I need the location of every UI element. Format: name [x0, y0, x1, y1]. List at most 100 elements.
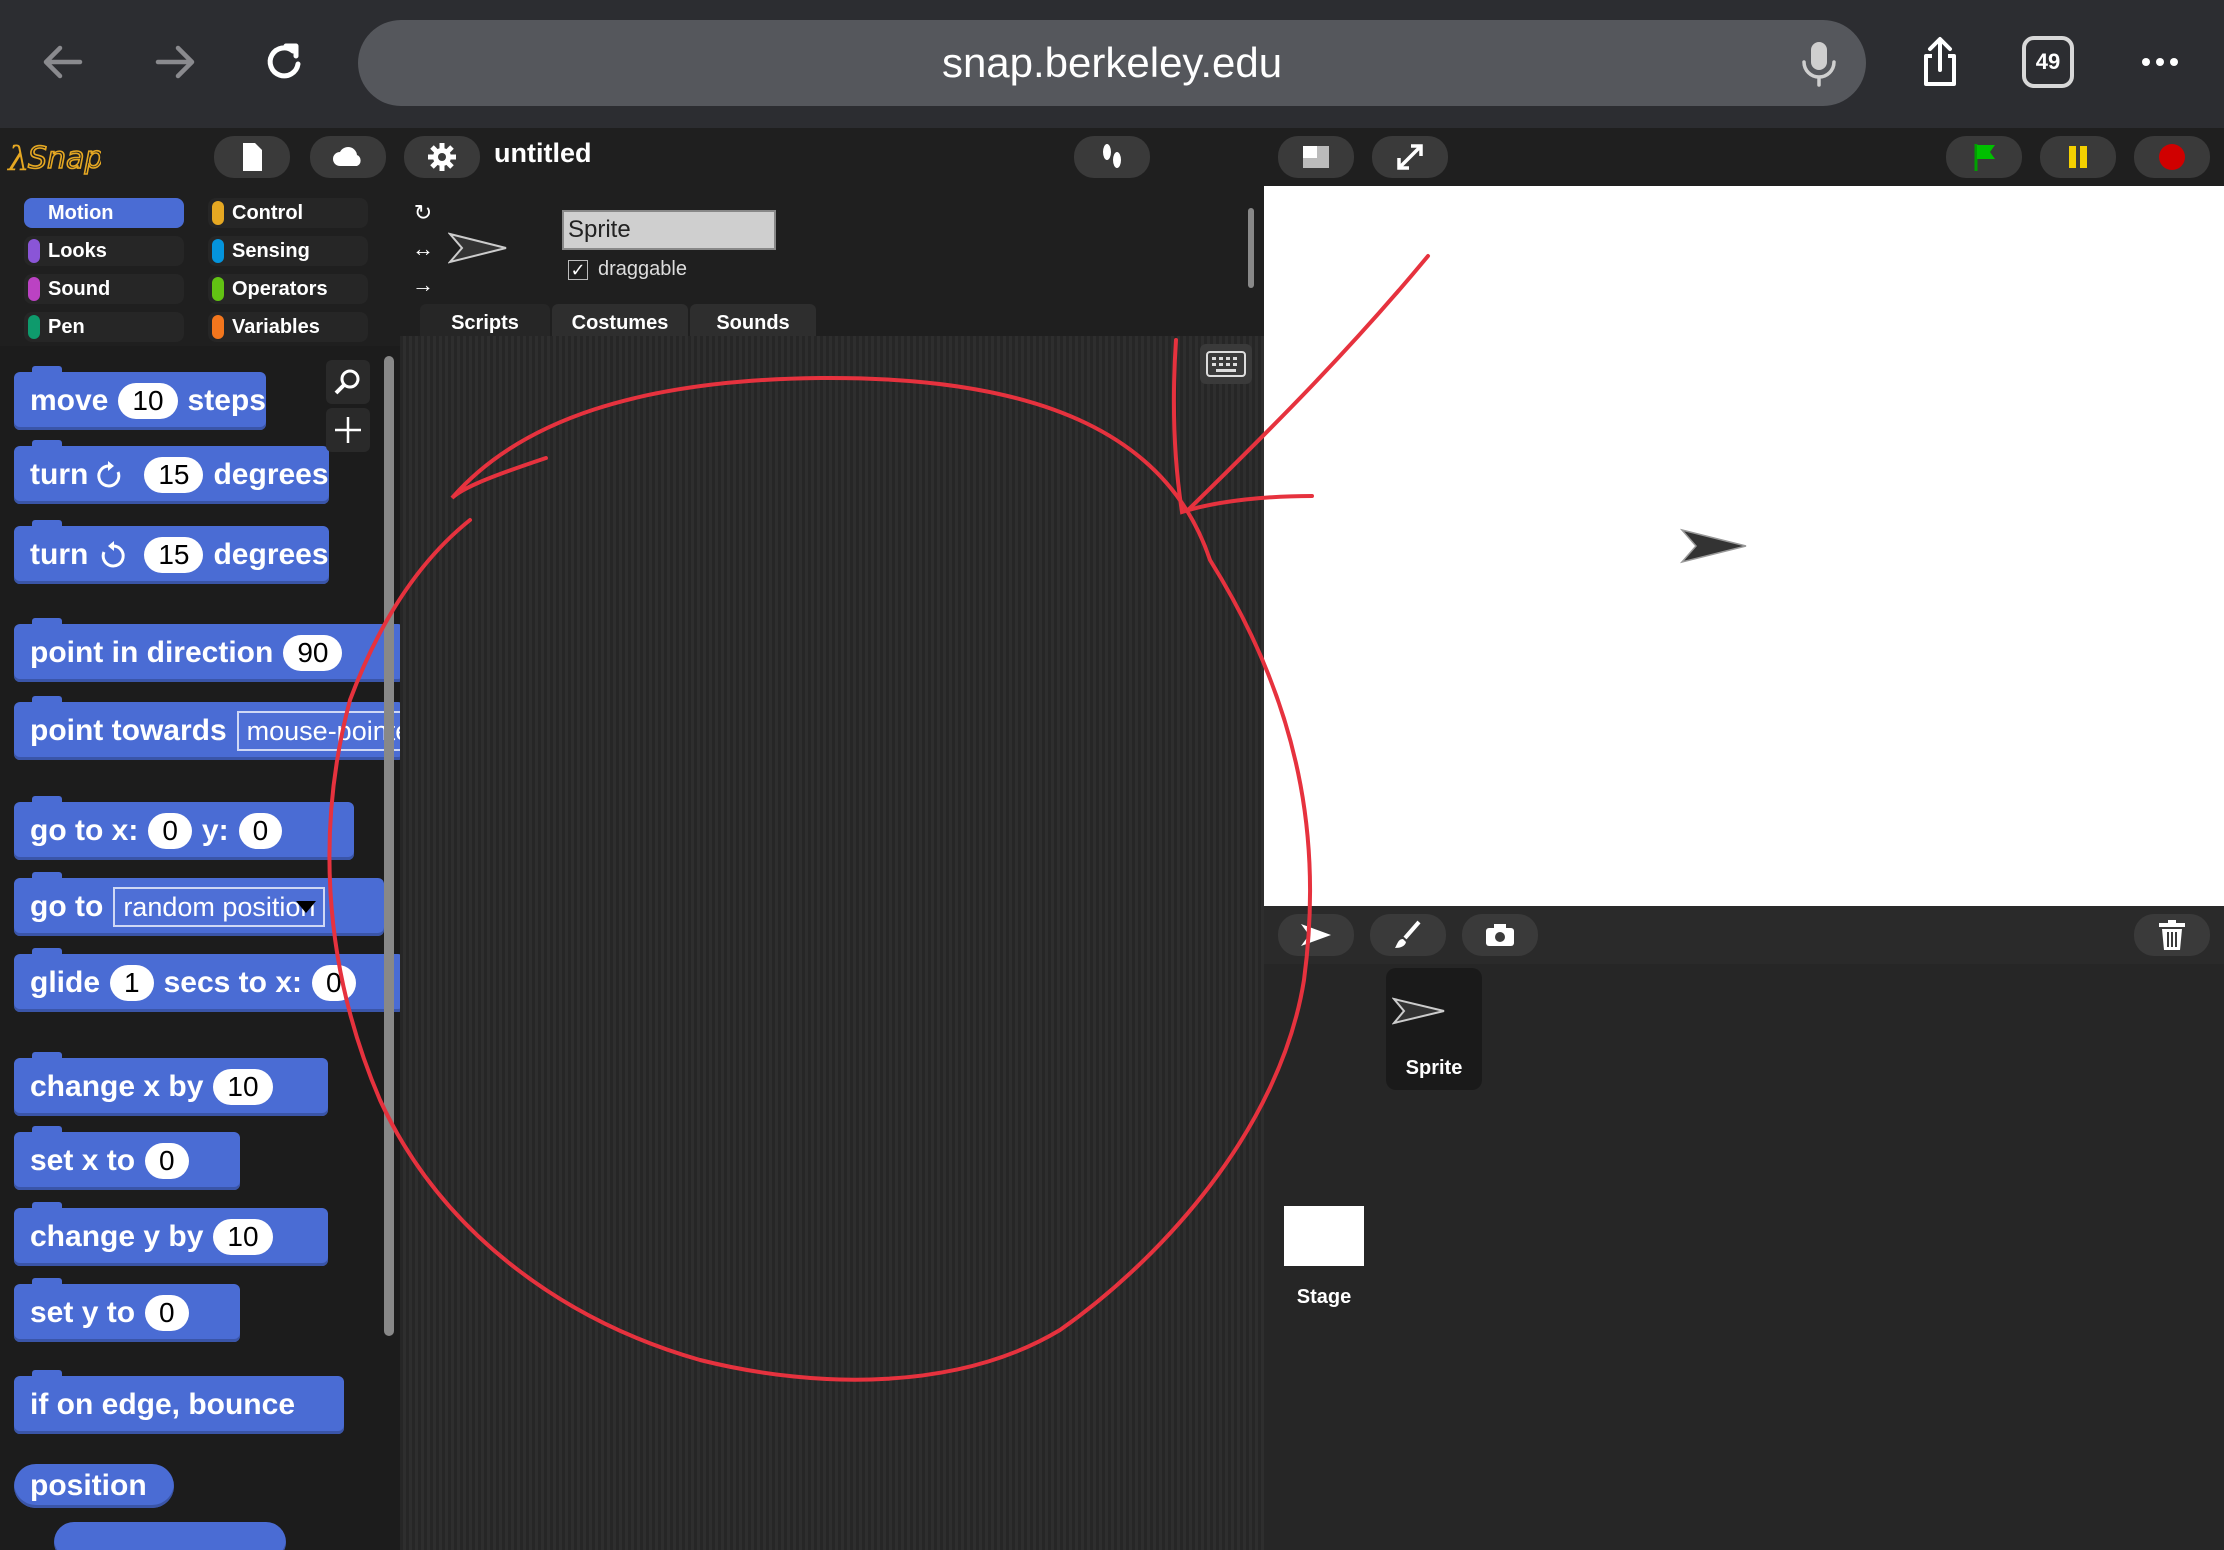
turn-clockwise-block[interactable]: turn 15 degrees: [14, 440, 329, 504]
unused-blocks-button[interactable]: [1074, 136, 1150, 178]
palette-scrollbar[interactable]: [384, 356, 394, 1336]
make-block-button[interactable]: [326, 408, 370, 452]
reload-icon: [267, 43, 301, 79]
snap-logo[interactable]: λ Snap!: [6, 132, 101, 182]
dropdown-arrow-icon: [296, 901, 317, 913]
url-text: snap.berkeley.edu: [941, 39, 1283, 86]
position-reporter-block[interactable]: position: [14, 1464, 174, 1508]
tab-count-button[interactable]: 49: [2022, 36, 2074, 88]
stage-label: Stage: [1296, 1286, 1352, 1308]
paint-new-sprite-button[interactable]: [1370, 914, 1446, 956]
direction-input[interactable]: 90: [283, 635, 343, 671]
category-variables[interactable]: Variables: [208, 312, 368, 342]
set-x-block[interactable]: set x to 0: [14, 1126, 240, 1190]
sprite-corral-icon[interactable]: Sprite: [1386, 968, 1482, 1090]
keyboard-entry-button[interactable]: [1200, 344, 1252, 384]
settings-menu-button[interactable]: [404, 136, 480, 178]
point-towards-block[interactable]: point towards mouse-pointer: [14, 696, 400, 760]
glide-block[interactable]: glide 1 secs to x: 0: [14, 948, 400, 1012]
stage-size-button[interactable]: [1278, 136, 1354, 178]
gear-icon: [428, 143, 456, 171]
microphone-icon[interactable]: [1796, 38, 1842, 88]
block-label: degrees: [213, 458, 329, 491]
ellipsis-icon: [2142, 58, 2178, 66]
change-y-input[interactable]: 10: [213, 1219, 273, 1255]
block-label: y:: [201, 814, 229, 847]
stage-thumbnail[interactable]: [1284, 1206, 1364, 1266]
towards-dropdown[interactable]: mouse-pointer: [236, 711, 400, 751]
draggable-checkbox[interactable]: ✓: [568, 259, 588, 280]
file-icon: [243, 143, 262, 171]
change-y-block[interactable]: change y by 10: [14, 1202, 328, 1266]
if-on-edge-bounce-block[interactable]: if on edge, bounce: [14, 1370, 344, 1434]
set-y-block[interactable]: set y to 0: [14, 1278, 240, 1342]
x-input[interactable]: 0: [148, 813, 192, 849]
degrees-input[interactable]: 15: [144, 457, 204, 493]
change-x-input[interactable]: 10: [213, 1069, 273, 1105]
rotation-style-none-icon[interactable]: →: [408, 272, 438, 302]
sprite-corral-label: Sprite: [1405, 1057, 1463, 1079]
sprite-name-field[interactable]: Sprite: [562, 210, 776, 250]
add-turtle-sprite-button[interactable]: [1278, 914, 1354, 956]
category-motion[interactable]: Motion: [24, 198, 184, 228]
stage[interactable]: [1264, 186, 2224, 906]
rotation-style-flip-icon[interactable]: ↔: [408, 236, 438, 266]
category-sensing[interactable]: Sensing: [208, 236, 368, 266]
keyboard-icon: [1206, 351, 1246, 377]
cloud-menu-button[interactable]: [310, 136, 386, 178]
trash-icon: [2159, 920, 2185, 950]
set-y-input[interactable]: 0: [145, 1295, 189, 1331]
forward-button[interactable]: [134, 22, 214, 102]
sprite-arrow-icon[interactable]: [1680, 526, 1748, 566]
more-menu-button[interactable]: [2120, 22, 2200, 102]
back-arrow-icon: [43, 45, 83, 79]
category-pen[interactable]: Pen: [24, 312, 184, 342]
corral-toolbar: [1264, 906, 2224, 964]
category-control[interactable]: Control: [208, 198, 368, 228]
degrees-input[interactable]: 15: [144, 537, 204, 573]
glide-x-input[interactable]: 0: [312, 965, 356, 1001]
category-looks[interactable]: Looks: [24, 236, 184, 266]
go-to-xy-block[interactable]: go to x: 0 y: 0: [14, 796, 354, 860]
rotate-counterclockwise-icon: [102, 541, 125, 568]
project-title: untitled: [494, 138, 592, 168]
green-flag-button[interactable]: [1946, 136, 2022, 178]
y-input[interactable]: 0: [238, 813, 283, 849]
file-menu-button[interactable]: [214, 136, 290, 178]
take-camera-snapshot-button[interactable]: [1462, 914, 1538, 956]
go-to-block[interactable]: go to random position: [14, 872, 384, 936]
paintbrush-icon: [1395, 920, 1421, 948]
browser-toolbar: snap.berkeley.edu 49: [0, 0, 2224, 128]
palette-search-button[interactable]: [326, 360, 370, 404]
back-button[interactable]: [24, 22, 104, 102]
presentation-mode-button[interactable]: [1372, 136, 1448, 178]
delete-sprite-button[interactable]: [2134, 914, 2210, 956]
rotate-clockwise-icon: [97, 461, 121, 488]
partial-reporter-block[interactable]: [54, 1522, 286, 1550]
rotation-style-rotate-icon[interactable]: ↻: [408, 200, 438, 230]
block-label: set y to: [30, 1296, 136, 1329]
sprite-bar-scrollbar[interactable]: [1248, 208, 1254, 288]
block-label: point towards: [30, 714, 227, 747]
turn-counterclockwise-block[interactable]: turn 15 degrees: [14, 520, 329, 584]
point-in-direction-block[interactable]: point in direction 90: [14, 618, 400, 682]
block-label: steps: [187, 384, 266, 417]
reload-button[interactable]: [244, 22, 324, 102]
go-to-dropdown[interactable]: random position: [113, 887, 326, 927]
steps-input[interactable]: 10: [118, 383, 178, 419]
change-x-block[interactable]: change x by 10: [14, 1052, 328, 1116]
category-operators[interactable]: Operators: [208, 274, 368, 304]
set-x-input[interactable]: 0: [145, 1143, 189, 1179]
share-button[interactable]: [1900, 22, 1980, 102]
address-bar[interactable]: snap.berkeley.edu: [358, 20, 1866, 106]
stop-button[interactable]: [2134, 136, 2210, 178]
draggable-row[interactable]: ✓ draggable: [568, 258, 687, 281]
pause-button[interactable]: [2040, 136, 2116, 178]
category-sound[interactable]: Sound: [24, 274, 184, 304]
secs-input[interactable]: 1: [110, 965, 154, 1001]
block-label: position: [30, 1469, 147, 1502]
plus-icon: [335, 417, 361, 443]
move-steps-block[interactable]: move 10 steps: [14, 366, 266, 430]
scripts-area[interactable]: [400, 336, 1264, 1550]
category-selector: Motion Looks Sound Pen Control Sensing O…: [0, 186, 400, 346]
